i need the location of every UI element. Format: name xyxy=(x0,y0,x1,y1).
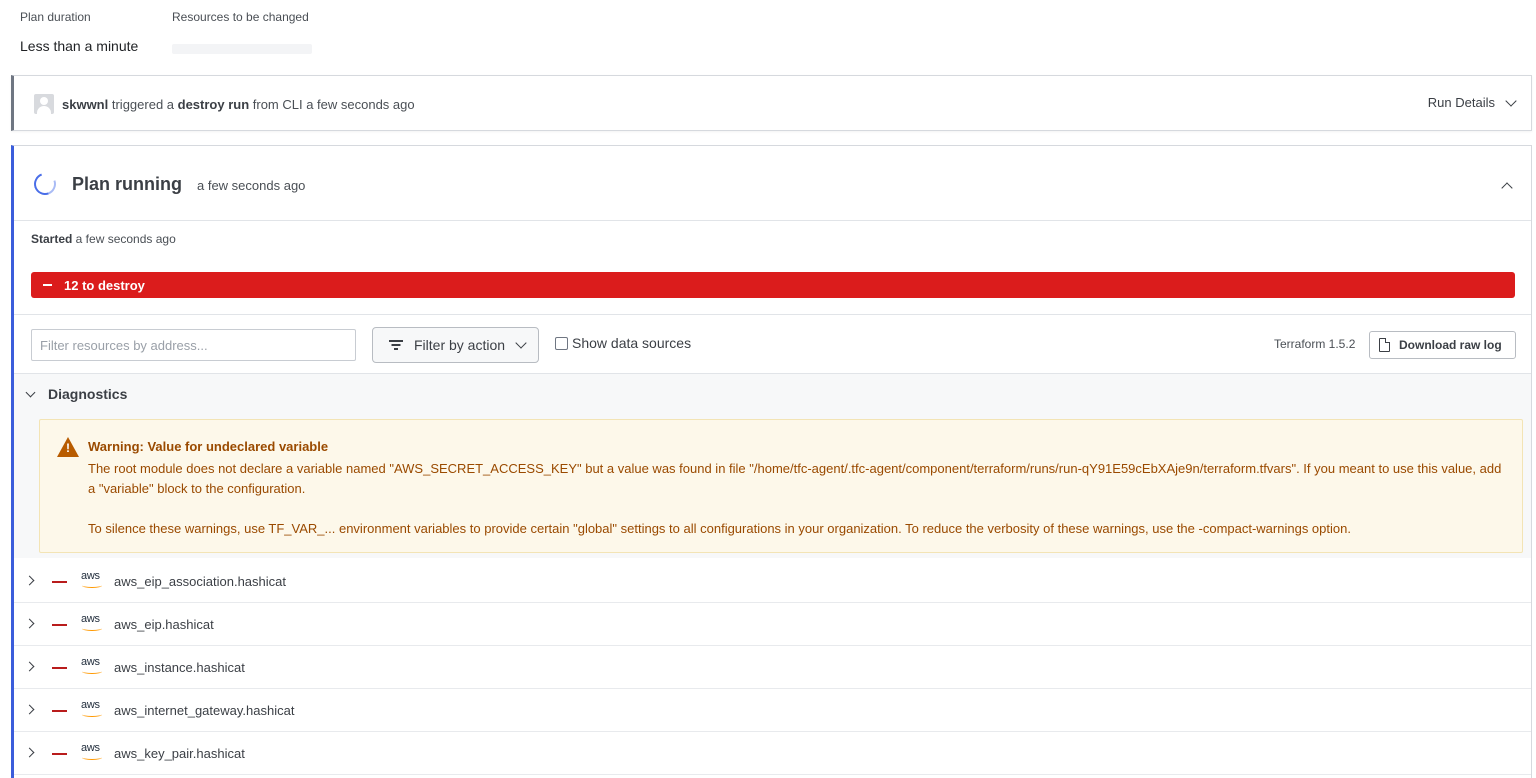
diagnostics-section: Diagnostics ! Warning: Value for undecla… xyxy=(14,374,1531,558)
resources-changed-loading xyxy=(172,44,312,54)
resource-toolbar: Filter by action Show data sources Terra… xyxy=(14,314,1531,374)
terraform-version: Terraform 1.5.2 xyxy=(1274,337,1356,351)
warning-icon: ! xyxy=(57,437,79,457)
plan-card: Plan running a few seconds ago Started a… xyxy=(11,145,1532,778)
warning-title: Warning: Value for undeclared variable xyxy=(88,439,329,454)
aws-logo-icon: aws xyxy=(81,570,105,588)
run-details-toggle[interactable]: Run Details xyxy=(1427,94,1517,110)
resource-row[interactable]: aws aws_eip_association.hashicat xyxy=(14,560,1531,603)
run-details-label: Run Details xyxy=(1427,95,1495,110)
resources-changed: Resources to be changed xyxy=(172,10,312,54)
resource-address: aws_instance.hashicat xyxy=(114,660,245,675)
resource-row[interactable]: aws aws_key_pair.hashicat xyxy=(14,732,1531,775)
resource-list: aws aws_eip_association.hashicat aws aws… xyxy=(14,560,1531,775)
plan-summary: Plan duration Less than a minute Resourc… xyxy=(20,10,420,60)
plan-duration-label: Plan duration xyxy=(20,10,91,24)
chevron-down-icon xyxy=(1505,94,1517,107)
user-avatar-icon xyxy=(34,94,54,114)
started-time: a few seconds ago xyxy=(72,232,176,246)
resource-row[interactable]: aws aws_instance.hashicat xyxy=(14,646,1531,689)
plan-header: Plan running a few seconds ago xyxy=(14,146,1531,221)
document-icon xyxy=(1379,338,1390,352)
destroy-action-icon xyxy=(52,624,67,626)
resource-address: aws_eip_association.hashicat xyxy=(114,574,286,589)
destroy-summary-bar: 12 to destroy xyxy=(31,272,1515,298)
destroy-action-icon xyxy=(52,581,67,583)
provider-name: aws xyxy=(81,656,100,668)
aws-logo-icon: aws xyxy=(81,656,105,674)
spinner-icon xyxy=(30,169,60,199)
show-data-sources-label: Show data sources xyxy=(572,335,692,351)
chevron-down-icon xyxy=(25,387,36,397)
show-data-sources-toggle[interactable]: Show data sources xyxy=(555,335,691,351)
filter-icon xyxy=(389,340,403,350)
resource-address: aws_eip.hashicat xyxy=(114,617,214,632)
minus-icon xyxy=(43,284,52,286)
chevron-down-icon xyxy=(515,337,527,349)
plan-started: Started a few seconds ago xyxy=(31,232,176,246)
destroy-summary-label: 12 to destroy xyxy=(64,277,145,293)
destroy-action-icon xyxy=(52,753,67,755)
run-text-from: from CLI a few seconds ago xyxy=(249,97,415,112)
provider-name: aws xyxy=(81,699,100,711)
diagnostics-toggle[interactable]: Diagnostics xyxy=(25,386,128,402)
provider-name: aws xyxy=(81,570,100,582)
run-type: destroy run xyxy=(177,97,250,112)
provider-name: aws xyxy=(81,613,100,625)
chevron-up-icon xyxy=(1501,182,1513,194)
download-raw-log-label: Download raw log xyxy=(1399,338,1502,352)
plan-time: a few seconds ago xyxy=(197,178,306,193)
destroy-action-icon xyxy=(52,710,67,712)
aws-logo-icon: aws xyxy=(81,742,105,760)
filter-by-action-button[interactable]: Filter by action xyxy=(372,327,539,363)
download-raw-log-button[interactable]: Download raw log xyxy=(1369,331,1516,359)
started-label: Started xyxy=(31,232,73,246)
resource-address: aws_key_pair.hashicat xyxy=(114,746,245,761)
chevron-right-icon[interactable] xyxy=(24,661,35,672)
run-text-triggered: triggered a xyxy=(108,97,178,112)
warning-body: The root module does not declare a varia… xyxy=(88,459,1508,539)
plan-title: Plan running xyxy=(72,174,182,194)
diagnostics-heading: Diagnostics xyxy=(48,386,128,402)
warning-body-paragraph: To silence these warnings, use TF_VAR_..… xyxy=(88,521,1351,536)
aws-logo-icon: aws xyxy=(81,613,105,631)
chevron-right-icon[interactable] xyxy=(24,747,35,758)
chevron-right-icon[interactable] xyxy=(24,618,35,629)
plan-collapse-button[interactable] xyxy=(1501,179,1513,197)
filter-by-action-label: Filter by action xyxy=(414,337,506,353)
run-trigger-card: skwwnl triggered a destroy run from CLI … xyxy=(11,75,1532,131)
filter-resources-input[interactable] xyxy=(31,329,356,361)
resource-row[interactable]: aws aws_eip.hashicat xyxy=(14,603,1531,646)
plan-duration: Plan duration Less than a minute xyxy=(20,10,138,54)
warning-body-paragraph: The root module does not declare a varia… xyxy=(88,461,1502,496)
run-trigger-text: skwwnl triggered a destroy run from CLI … xyxy=(62,97,415,112)
resources-changed-label: Resources to be changed xyxy=(172,10,309,24)
resource-row[interactable]: aws aws_internet_gateway.hashicat xyxy=(14,689,1531,732)
chevron-right-icon[interactable] xyxy=(24,704,35,715)
aws-logo-icon: aws xyxy=(81,699,105,717)
run-user[interactable]: skwwnl xyxy=(62,97,108,112)
plan-duration-value: Less than a minute xyxy=(20,38,139,54)
warning-message: ! Warning: Value for undeclared variable… xyxy=(39,419,1523,553)
chevron-right-icon[interactable] xyxy=(24,575,35,586)
destroy-action-icon xyxy=(52,667,67,669)
provider-name: aws xyxy=(81,742,100,754)
show-data-sources-checkbox[interactable] xyxy=(555,336,568,350)
resource-address: aws_internet_gateway.hashicat xyxy=(114,703,295,718)
